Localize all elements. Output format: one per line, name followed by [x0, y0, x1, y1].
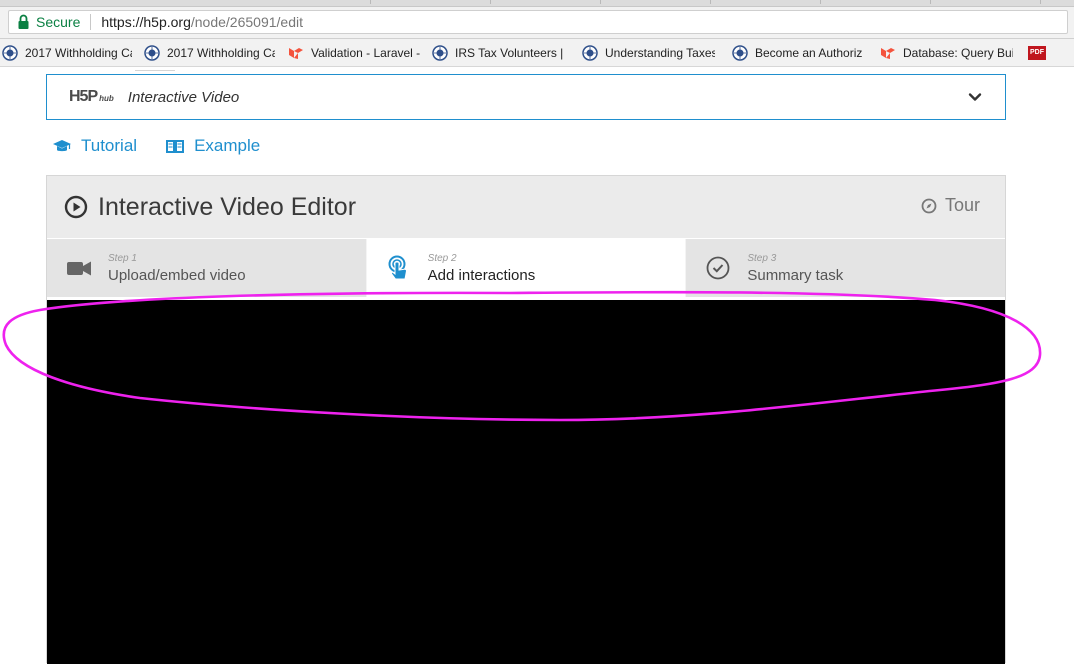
example-label: Example [194, 136, 261, 155]
bookmark-label: 2017 Withholding Ca [167, 45, 275, 60]
bookmark-label: Validation - Laravel - [311, 45, 421, 60]
check-circle-icon [706, 256, 730, 280]
tour-label: Tour [944, 195, 980, 215]
compass-icon [921, 198, 937, 213]
laravel-icon [881, 47, 895, 59]
secure-label: Secure [36, 14, 81, 30]
step-label: Summary task [747, 266, 844, 284]
graduation-cap-icon [53, 140, 71, 152]
step-label: Upload/embed video [108, 266, 246, 284]
lock-icon [18, 14, 29, 29]
step-number: Step 1 [108, 252, 137, 264]
bookmark-withholding-1[interactable]: 2017 Withholding Ca [2, 39, 132, 66]
bookmark-understanding-taxes[interactable]: Understanding Taxes [582, 39, 722, 66]
step-number: Step 2 [427, 252, 457, 264]
tour-button[interactable]: Tour [921, 195, 980, 216]
bookmark-withholding-2[interactable]: 2017 Withholding Ca [144, 39, 282, 66]
address-bar: Secure https://h5p.org/node/265091/edit [0, 7, 1074, 39]
step-upload-video[interactable]: Step 1 Upload/embed video [47, 239, 366, 297]
selected-content-type: Interactive Video [127, 88, 240, 106]
bookmark-label: IRS Tax Volunteers | I [455, 45, 567, 60]
bookmark-become-authorized[interactable]: Become an Authoriz [732, 39, 872, 66]
bookmark-irs-tax-volunteers[interactable]: IRS Tax Volunteers | I [432, 39, 574, 66]
bookmark-pdf[interactable]: PDF [1028, 39, 1052, 66]
editor-steps: Step 1 Upload/embed video Step 2 Add int… [47, 238, 1006, 297]
tutorial-label: Tutorial [81, 136, 138, 155]
clipped-text-remnant [135, 66, 175, 71]
irs-seal-icon [144, 44, 160, 61]
bookmark-label: 2017 Withholding Ca [25, 45, 132, 60]
play-circle-icon [64, 195, 88, 219]
video-player[interactable] [47, 300, 1005, 664]
editor-header: Interactive Video Editor Tour [47, 176, 1005, 238]
url-input[interactable]: Secure https://h5p.org/node/265091/edit [8, 10, 1068, 34]
step-summary-task[interactable]: Step 3 Summary task [685, 239, 1006, 297]
irs-seal-icon [732, 44, 748, 61]
video-camera-icon [67, 261, 91, 276]
bookmark-validation-laravel[interactable]: Validation - Laravel - [288, 39, 428, 66]
step-label: Add interactions [427, 266, 536, 284]
irs-seal-icon [2, 44, 18, 61]
tap-hand-icon [388, 255, 407, 280]
url-host: https://h5p.org [101, 14, 191, 30]
tutorial-link[interactable]: Tutorial [52, 136, 137, 156]
content-type-selector[interactable]: H5P hub Interactive Video [46, 74, 1006, 120]
laravel-icon [289, 47, 303, 59]
step-add-interactions[interactable]: Step 2 Add interactions [365, 239, 686, 297]
h5p-hub-logo: H5P hub [69, 88, 114, 105]
bookmark-label: Understanding Taxes [605, 45, 715, 60]
omnibox-divider [90, 14, 92, 30]
open-book-icon [166, 140, 185, 153]
bookmarks-bar: 2017 Withholding Ca 2017 Withholding Ca … [0, 39, 1074, 67]
example-link[interactable]: Example [165, 136, 260, 156]
url-path: /node/265091/edit [190, 14, 303, 30]
irs-seal-icon [582, 44, 598, 61]
step-number: Step 3 [747, 252, 777, 264]
help-links: Tutorial Example [52, 136, 260, 156]
chevron-down-icon[interactable] [967, 89, 983, 105]
interactive-video-editor: Interactive Video Editor Tour Step 1 Upl… [46, 175, 1006, 664]
bookmark-label: Become an Authoriz [755, 45, 863, 60]
bookmark-label: Database: Query Buil [903, 45, 1013, 60]
irs-seal-icon [432, 44, 448, 61]
bookmark-database-query-builder[interactable]: Database: Query Buil [880, 39, 1020, 66]
browser-tab-strip [0, 0, 1074, 7]
pdf-icon: PDF [1028, 45, 1046, 60]
editor-title: Interactive Video Editor [98, 192, 357, 221]
